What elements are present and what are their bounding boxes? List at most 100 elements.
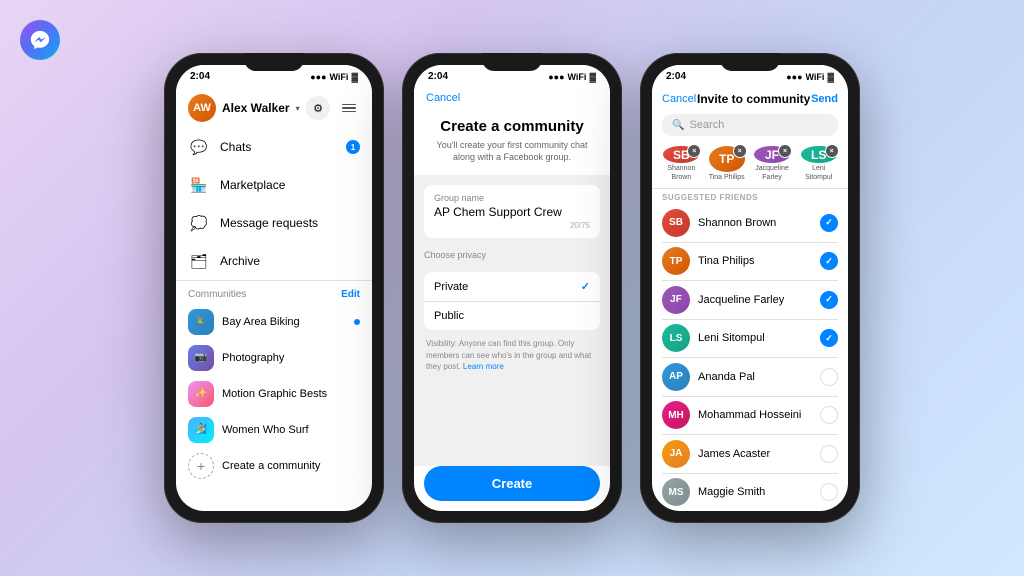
friend-check-circle[interactable]	[820, 368, 838, 386]
privacy-label-block: Choose privacy	[424, 246, 600, 264]
settings-icon[interactable]: ⚙	[306, 96, 330, 120]
username: Alex Walker	[222, 101, 290, 115]
nav-message-requests-label: Message requests	[220, 216, 318, 230]
group-name-block[interactable]: Group name AP Chem Support Crew 20/75	[424, 185, 600, 238]
group-name-label: Group name	[434, 193, 590, 203]
chats-badge: 1	[346, 140, 360, 154]
friend-row-avatar: LS	[662, 324, 690, 352]
screen-1: 2:04 ●●● WiFi ▓ AW Alex Walker ▾ ⚙	[176, 65, 372, 511]
search-bar[interactable]: 🔍 Search	[662, 114, 838, 136]
selected-friend-leni[interactable]: LS × Leni Sitompul	[799, 146, 838, 182]
community-name: Bay Area Biking	[222, 316, 346, 328]
p2-form: Group name AP Chem Support Crew 20/75 Ch…	[414, 175, 610, 466]
wifi-icon: WiFi	[330, 72, 349, 82]
communities-label: Communities	[188, 289, 246, 300]
marketplace-icon: 🏪	[188, 174, 210, 196]
nav-chats[interactable]: 💬 Chats 1	[176, 128, 372, 166]
community-bay-area-biking[interactable]: 🚴 Bay Area Biking	[176, 304, 372, 340]
search-icon: 🔍	[672, 120, 684, 131]
friend-row-avatar: MS	[662, 478, 690, 506]
community-motion-graphic[interactable]: ✨ Motion Graphic Bests	[176, 376, 372, 412]
create-community-subtitle: You'll create your first community chat …	[430, 140, 594, 163]
community-avatar: 📷	[188, 345, 214, 371]
community-dot	[354, 319, 360, 325]
friend-list-item[interactable]: MHMohammad Hosseini	[652, 396, 848, 434]
friend-check-circle[interactable]	[820, 329, 838, 347]
privacy-private[interactable]: Private ✓	[424, 272, 600, 301]
friend-row-name: Jacqueline Farley	[698, 294, 812, 306]
notch-3	[720, 53, 780, 71]
plus-icon: +	[188, 453, 214, 479]
friend-row-name: James Acaster	[698, 448, 812, 460]
p3-cancel-button[interactable]: Cancel	[662, 93, 696, 105]
remove-friend-icon[interactable]: ×	[825, 144, 839, 158]
friend-check-circle[interactable]	[820, 214, 838, 232]
nav-archive-label: Archive	[220, 254, 260, 268]
friend-row-name: Maggie Smith	[698, 486, 812, 498]
nav-chats-label: Chats	[220, 140, 251, 154]
community-photography[interactable]: 📷 Photography	[176, 340, 372, 376]
phone-2: 2:04 ●●● WiFi ▓ Cancel Create a communit…	[402, 53, 622, 523]
friend-list-item[interactable]: MS Maggie Smith	[652, 473, 848, 511]
send-button[interactable]: Send	[811, 93, 838, 105]
p1-user[interactable]: AW Alex Walker ▾	[188, 94, 300, 122]
phones-container: 2:04 ●●● WiFi ▓ AW Alex Walker ▾ ⚙	[164, 53, 860, 523]
visibility-text: Visibility: Anyone can find this group. …	[424, 338, 600, 372]
signal-icon: ●●●	[786, 72, 802, 82]
privacy-public[interactable]: Public	[424, 301, 600, 330]
time-1: 2:04	[190, 71, 210, 82]
choose-privacy-label: Choose privacy	[424, 246, 600, 262]
friend-row-avatar: JF	[662, 286, 690, 314]
friend-list-item[interactable]: LSLeni Sitompul	[652, 319, 848, 357]
friend-check-circle[interactable]	[820, 445, 838, 463]
friend-list-item[interactable]: SBShannon Brown	[652, 204, 848, 242]
remove-friend-icon[interactable]: ×	[687, 144, 701, 158]
remove-friend-icon[interactable]: ×	[733, 144, 747, 158]
nav-marketplace-label: Marketplace	[220, 178, 285, 192]
search-input[interactable]: Search	[689, 119, 724, 131]
nav-archive[interactable]: 🗂 Archive	[176, 242, 372, 280]
chats-icon: 💬	[188, 136, 210, 158]
friends-list: SBShannon BrownTPTina Philips JF Jacquelin…	[652, 204, 848, 512]
community-name: Women Who Surf	[222, 424, 360, 436]
friend-check-circle[interactable]	[820, 252, 838, 270]
selected-friend-name: Leni Sitompul	[799, 165, 838, 182]
menu-icon[interactable]	[338, 100, 360, 117]
battery-icon: ▓	[351, 72, 358, 82]
friend-list-item[interactable]: JF Jacqueline Farley	[652, 281, 848, 319]
group-name-input[interactable]: AP Chem Support Crew	[434, 205, 590, 219]
messenger-logo	[20, 20, 60, 60]
friend-list-item[interactable]: TPTina Philips	[652, 242, 848, 280]
selected-friend-shannon[interactable]: SB × Shannon Brown	[662, 146, 701, 182]
communities-edit[interactable]: Edit	[341, 289, 360, 300]
avatar: AW	[188, 94, 216, 122]
friend-row-avatar: SB	[662, 209, 690, 237]
checkmark-icon: ✓	[581, 280, 590, 293]
remove-friend-icon[interactable]: ×	[778, 144, 792, 158]
learn-more-link[interactable]: Learn more	[463, 362, 504, 371]
friend-row-avatar: TP	[662, 247, 690, 275]
nav-message-requests[interactable]: 💭 Message requests	[176, 204, 372, 242]
selected-friends-list: SB × Shannon Brown TP × Tina Philips JF …	[652, 140, 848, 188]
cancel-button[interactable]: Cancel	[426, 92, 460, 104]
community-women-surf[interactable]: 🏄 Women Who Surf	[176, 412, 372, 448]
private-label: Private	[434, 281, 468, 293]
time-2: 2:04	[428, 71, 448, 82]
create-community-label: Create a community	[222, 460, 360, 472]
p2-title-area: Create a community You'll create your fi…	[414, 108, 610, 175]
create-community[interactable]: + Create a community	[176, 448, 372, 484]
selected-friend-jacqueline[interactable]: JF × Jacqueline Farley	[753, 146, 792, 182]
friend-list-item[interactable]: APAnanda Pal	[652, 358, 848, 396]
selected-friend-name: Shannon Brown	[662, 165, 701, 182]
create-button[interactable]: Create	[424, 466, 600, 501]
nav-marketplace[interactable]: 🏪 Marketplace	[176, 166, 372, 204]
friend-check-circle[interactable]	[820, 406, 838, 424]
friend-list-item[interactable]: JAJames Acaster	[652, 435, 848, 473]
friend-check-circle[interactable]	[820, 291, 838, 309]
friend-avatar-leni: LS ×	[801, 146, 837, 163]
privacy-block[interactable]: Private ✓ Public	[424, 272, 600, 330]
selected-friend-tina[interactable]: TP × Tina Philips	[709, 146, 745, 182]
char-count: 20/75	[434, 221, 590, 230]
friend-check-circle[interactable]	[820, 483, 838, 501]
community-name: Photography	[222, 352, 360, 364]
